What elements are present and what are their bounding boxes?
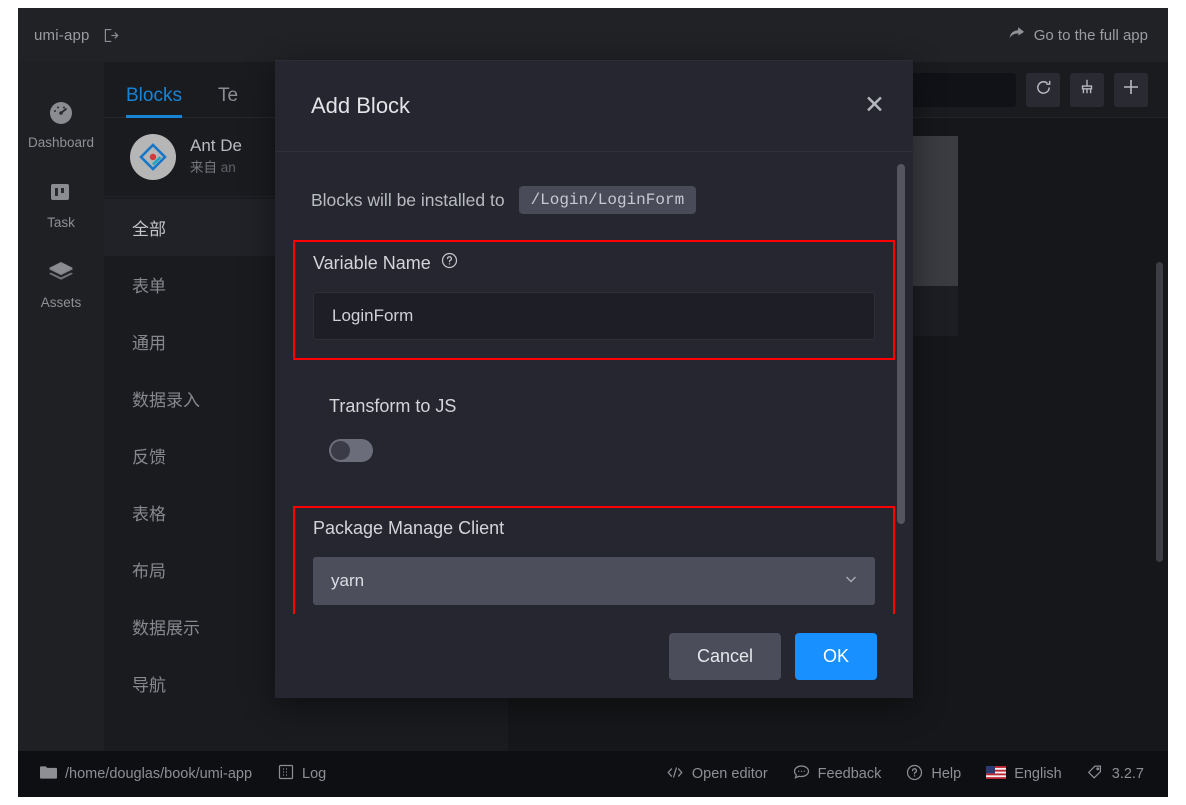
primary-nav-rail: Dashboard Task Assets xyxy=(18,62,104,751)
install-text: Blocks will be installed to xyxy=(311,190,505,211)
go-to-full-app-label: Go to the full app xyxy=(1034,27,1148,44)
footer-divider xyxy=(275,60,913,61)
version-label: 3.2.7 xyxy=(1112,766,1144,782)
chat-bubble-icon xyxy=(793,764,810,784)
package-source-name: an xyxy=(221,160,236,175)
broom-clear-icon xyxy=(1078,78,1096,101)
open-editor-button[interactable]: Open editor xyxy=(658,765,776,784)
log-label: Log xyxy=(302,766,326,782)
app-window: umi-app Go to the full app xyxy=(18,8,1168,797)
variable-name-label: Variable Name xyxy=(313,253,431,274)
assets-layers-icon xyxy=(48,260,74,286)
tab-blocks[interactable]: Blocks xyxy=(126,85,182,117)
package-source: 来自 an xyxy=(190,158,242,178)
clear-button[interactable] xyxy=(1070,73,1104,107)
rail-item-label: Task xyxy=(47,215,75,230)
feedback-button[interactable]: Feedback xyxy=(785,764,890,784)
project-path-item[interactable]: /home/douglas/book/umi-app xyxy=(32,765,260,783)
add-block-button[interactable] xyxy=(1114,73,1148,107)
title-bar: umi-app Go to the full app xyxy=(18,8,1168,62)
add-block-dialog: Add Block ✕ Blocks will be installed to … xyxy=(275,60,913,698)
dialog-body: Blocks will be installed to /Login/Login… xyxy=(275,152,913,614)
package-manage-client-value: yarn xyxy=(331,571,364,591)
ok-button[interactable]: OK xyxy=(795,633,877,680)
task-board-icon xyxy=(48,180,74,206)
variable-name-label-row: Variable Name xyxy=(313,252,875,274)
rail-item-label: Dashboard xyxy=(28,135,94,150)
rail-item-dashboard[interactable]: Dashboard xyxy=(18,88,104,168)
dialog-scrollbar[interactable] xyxy=(897,164,905,524)
open-editor-label: Open editor xyxy=(692,766,768,782)
package-manage-client-select[interactable]: yarn xyxy=(313,557,875,605)
version-item[interactable]: 3.2.7 xyxy=(1079,764,1152,784)
package-title: Ant De xyxy=(190,135,242,158)
package-source-prefix: 来自 xyxy=(190,160,217,175)
language-label: English xyxy=(1014,766,1062,782)
help-label: Help xyxy=(931,766,961,782)
status-right: Open editor Feedback xyxy=(658,764,1152,785)
transform-to-js-toggle[interactable] xyxy=(329,439,373,462)
external-link-icon[interactable] xyxy=(102,27,119,44)
folder-icon xyxy=(40,765,57,783)
refresh-icon xyxy=(1034,78,1053,102)
dialog-header: Add Block ✕ xyxy=(275,60,913,152)
rail-item-task[interactable]: Task xyxy=(18,168,104,248)
dashboard-gauge-icon xyxy=(48,100,74,126)
content-scrollbar[interactable] xyxy=(1156,262,1163,562)
app-name-label: umi-app xyxy=(34,27,90,44)
rail-item-assets[interactable]: Assets xyxy=(18,248,104,328)
log-list-icon xyxy=(278,764,294,784)
go-to-full-app-button[interactable]: Go to the full app xyxy=(1007,26,1148,45)
question-circle-icon xyxy=(906,764,923,785)
tab-templates[interactable]: Te xyxy=(218,85,238,117)
chevron-down-icon xyxy=(843,571,859,592)
close-x-icon[interactable]: ✕ xyxy=(864,93,885,118)
dialog-footer: Cancel OK xyxy=(275,614,913,698)
language-button[interactable]: English xyxy=(978,766,1070,783)
install-path-chip: /Login/LoginForm xyxy=(519,186,697,214)
code-brackets-icon xyxy=(666,765,684,784)
package-manage-client-label: Package Manage Client xyxy=(313,518,875,539)
transform-to-js-label: Transform to JS xyxy=(329,396,859,417)
plus-icon xyxy=(1121,77,1141,102)
us-flag-icon xyxy=(986,766,1006,783)
transform-to-js-group: Transform to JS xyxy=(311,386,877,480)
help-button[interactable]: Help xyxy=(898,764,969,785)
install-path-row: Blocks will be installed to /Login/Login… xyxy=(311,186,877,214)
variable-name-group: Variable Name LoginForm xyxy=(293,240,895,360)
ant-design-logo-icon xyxy=(130,134,176,180)
status-left: /home/douglas/book/umi-app Log xyxy=(32,764,334,784)
question-circle-icon[interactable] xyxy=(441,252,458,274)
arrow-forward-icon xyxy=(1007,26,1025,45)
log-button[interactable]: Log xyxy=(270,764,334,784)
variable-name-input[interactable]: LoginForm xyxy=(313,292,875,340)
dialog-title: Add Block xyxy=(311,93,410,119)
status-bar: /home/douglas/book/umi-app Log xyxy=(18,751,1168,797)
package-manage-client-group: Package Manage Client yarn xyxy=(293,506,895,614)
cancel-button[interactable]: Cancel xyxy=(669,633,781,680)
tag-icon xyxy=(1087,764,1104,784)
feedback-label: Feedback xyxy=(818,766,882,782)
rail-item-label: Assets xyxy=(41,295,82,310)
refresh-button[interactable] xyxy=(1026,73,1060,107)
project-path-label: /home/douglas/book/umi-app xyxy=(65,766,252,782)
